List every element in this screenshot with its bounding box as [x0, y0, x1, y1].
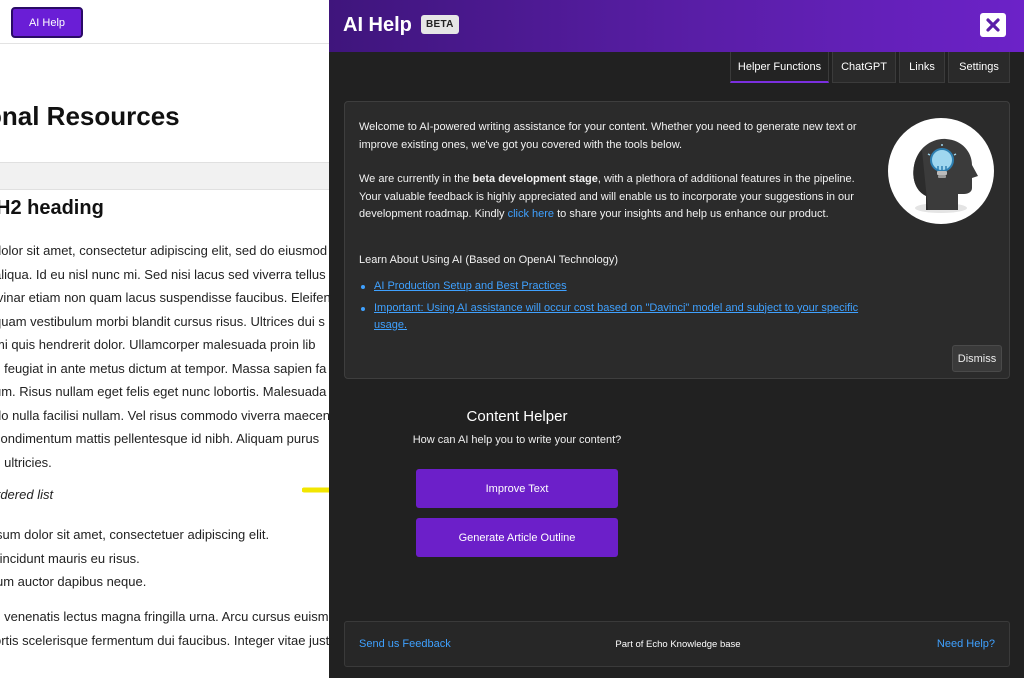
paragraph-line: quam vestibulum morbi blandit cursus ris…: [0, 313, 325, 329]
development-text: We are currently in the beta development…: [359, 171, 859, 224]
dev-text-prefix: We are currently in the: [359, 173, 473, 185]
tab-chatgpt[interactable]: ChatGPT: [832, 52, 896, 83]
paragraph-line: s ultricies.: [0, 454, 52, 470]
panel-footer: Send us Feedback Part of Echo Knowledge …: [344, 621, 1010, 667]
list-item: AI Production Setup and Best Practices: [359, 278, 859, 296]
need-help-link[interactable]: Need Help?: [937, 638, 995, 650]
intro-text: Welcome to AI-powered writing assistance…: [359, 121, 857, 151]
improve-text-button[interactable]: Improve Text: [416, 469, 618, 508]
list-item: tincidunt mauris eu risus.: [0, 550, 140, 566]
panel-tabs: Helper Functions ChatGPT Links Settings: [329, 52, 1024, 84]
footer-credit: Part of Echo Knowledge base: [615, 639, 741, 650]
dev-text-suffix: to share your insights and help us enhan…: [554, 208, 829, 220]
ordered-list: sum dolor sit amet, consectetuer adipisc…: [0, 523, 269, 594]
body-paragraph-2: s venenatis lectus magna fringilla urna.…: [0, 605, 330, 652]
paragraph-line: condimentum mattis pellentesque id nibh.…: [0, 431, 320, 446]
paragraph-line: s venenatis lectus magna fringilla urna.…: [0, 609, 330, 624]
ai-help-button[interactable]: AI Help: [11, 7, 83, 38]
click-here-link[interactable]: click here: [508, 208, 554, 220]
panel-title: AI Help: [343, 14, 412, 36]
close-icon: [986, 18, 1000, 32]
ai-help-panel: AI Help BETA Helper Functions ChatGPT Li…: [329, 0, 1024, 678]
learn-links: AI Production Setup and Best Practices I…: [359, 278, 859, 339]
generate-article-outline-button[interactable]: Generate Article Outline: [416, 518, 618, 557]
ai-setup-link[interactable]: AI Production Setup and Best Practices: [374, 280, 567, 292]
content-helper-subtitle: How can AI help you to write your conten…: [412, 434, 622, 446]
tab-helper-functions[interactable]: Helper Functions: [730, 52, 829, 83]
page-heading: onal Resources: [0, 101, 180, 131]
content-helper-title: Content Helper: [466, 408, 568, 425]
ordered-list-label: rdered list: [0, 487, 54, 502]
info-box: Welcome to AI-powered writing assistance…: [344, 101, 1010, 379]
info-text: Welcome to AI-powered writing assistance…: [359, 119, 859, 241]
divider-band: [0, 162, 330, 190]
paragraph-line: aliqua. Id eu nisl nunc mi. Sed nisi lac…: [0, 266, 326, 282]
body-paragraph: dolor sit amet, consectetur adipiscing e…: [0, 239, 330, 474]
beta-badge: BETA: [421, 15, 459, 34]
paragraph-line: mi quis hendrerit dolor. Ullamcorper mal…: [0, 337, 316, 352]
background-topbar: AI Help: [0, 0, 330, 44]
close-button[interactable]: [980, 13, 1006, 37]
dev-text-bold: beta development stage: [472, 173, 598, 185]
panel-header: AI Help BETA: [329, 0, 1024, 52]
list-item: Important: Using AI assistance will occu…: [359, 300, 859, 335]
background-page: AI Help onal Resources H2 heading dolor …: [0, 0, 330, 678]
ai-head-lightbulb-icon: [888, 118, 994, 224]
paragraph-line: dolor sit amet, consectetur adipiscing e…: [0, 243, 328, 258]
learn-heading: Learn About Using AI (Based on OpenAI Te…: [359, 254, 619, 266]
ai-cost-link[interactable]: Important: Using AI assistance will occu…: [374, 302, 858, 332]
paragraph-line: lvinar etiam non quam lacus suspendisse …: [0, 290, 330, 305]
list-item: sum dolor sit amet, consectetuer adipisc…: [0, 527, 270, 542]
dismiss-button[interactable]: Dismiss: [952, 345, 1002, 372]
tab-settings[interactable]: Settings: [948, 52, 1010, 83]
list-item: um auctor dapibus neque.: [0, 574, 147, 589]
paragraph-line: s feugiat in ante metus dictum at tempor…: [0, 360, 327, 376]
paragraph-line: um. Risus nullam eget felis eget nunc lo…: [0, 384, 327, 399]
tab-links[interactable]: Links: [899, 52, 945, 83]
section-heading: H2 heading: [0, 197, 104, 219]
paragraph-line: do nulla facilisi nullam. Vel risus comm…: [0, 407, 330, 423]
paragraph-line: ortis scelerisque fermentum dui faucibus…: [0, 632, 330, 648]
